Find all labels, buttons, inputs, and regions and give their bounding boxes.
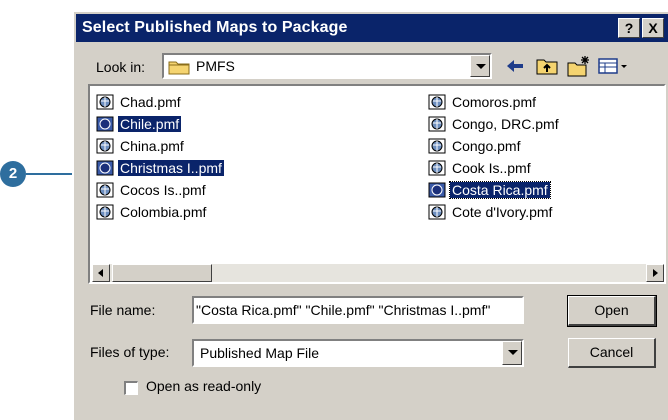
- file-item[interactable]: Cocos Is..pmf: [94, 180, 208, 200]
- scroll-left-arrow-icon: [98, 269, 103, 277]
- files-of-type-label: Files of type:: [90, 344, 170, 360]
- close-button[interactable]: X: [642, 18, 664, 38]
- horizontal-scrollbar[interactable]: [92, 264, 664, 282]
- help-button[interactable]: ?: [618, 18, 640, 38]
- back-arrow-icon[interactable]: [502, 54, 528, 78]
- title-bar: Select Published Maps to Package ? X: [76, 14, 668, 42]
- folder-icon: [168, 61, 190, 75]
- published-map-file-icon: [96, 182, 114, 198]
- published-map-file-icon: [96, 138, 114, 154]
- published-map-file-icon: [428, 160, 446, 176]
- read-only-checkbox[interactable]: [124, 381, 138, 395]
- files-of-type-select[interactable]: Published Map File: [192, 339, 524, 367]
- select-maps-dialog: Select Published Maps to Package ? X Loo…: [72, 10, 668, 420]
- published-map-file-icon: [96, 116, 114, 132]
- look-in-value: PMFS: [196, 58, 235, 74]
- published-map-file-icon: [428, 182, 446, 198]
- read-only-label[interactable]: Open as read-only: [146, 378, 261, 394]
- published-map-file-icon: [428, 204, 446, 220]
- file-item[interactable]: Congo.pmf: [426, 136, 522, 156]
- published-map-file-icon: [428, 94, 446, 110]
- published-map-file-icon: [96, 204, 114, 220]
- file-item[interactable]: Congo, DRC.pmf: [426, 114, 561, 134]
- file-item[interactable]: Cook Is..pmf: [426, 158, 533, 178]
- file-item[interactable]: Costa Rica.pmf: [426, 180, 551, 200]
- files-of-type-dropdown-button[interactable]: [502, 341, 522, 365]
- open-button[interactable]: Open: [567, 295, 657, 327]
- published-map-file-icon: [428, 116, 446, 132]
- file-item[interactable]: Chile.pmf: [94, 114, 182, 134]
- scroll-right-arrow-icon: [653, 269, 658, 277]
- published-map-file-icon: [96, 94, 114, 110]
- file-item[interactable]: Colombia.pmf: [94, 202, 208, 222]
- look-in-label: Look in:: [96, 59, 146, 75]
- file-name-input[interactable]: "Costa Rica.pmf" "Chile.pmf" "Christmas …: [192, 296, 524, 324]
- file-list[interactable]: Chad.pmf Chile.pmf China.pmf Christmas I…: [88, 84, 666, 284]
- file-name-label: File name:: [90, 302, 156, 318]
- file-item[interactable]: Chad.pmf: [94, 92, 183, 112]
- dialog-title: Select Published Maps to Package: [82, 19, 348, 36]
- view-menu-icon[interactable]: [596, 54, 630, 78]
- file-item[interactable]: Christmas I..pmf: [94, 158, 224, 178]
- new-folder-icon[interactable]: [566, 54, 592, 78]
- file-item[interactable]: Cote d'Ivory.pmf: [426, 202, 554, 222]
- look-in-combo[interactable]: PMFS: [162, 53, 492, 79]
- file-item[interactable]: China.pmf: [94, 136, 186, 156]
- scroll-left-button[interactable]: [92, 264, 110, 282]
- file-item[interactable]: Comoros.pmf: [426, 92, 538, 112]
- scroll-right-button[interactable]: [646, 264, 664, 282]
- scrollbar-thumb[interactable]: [112, 264, 212, 282]
- cancel-button[interactable]: Cancel: [568, 338, 656, 368]
- look-in-dropdown-button[interactable]: [470, 55, 490, 77]
- step-callout-badge: 2: [0, 161, 26, 187]
- up-folder-icon[interactable]: [534, 54, 560, 78]
- published-map-file-icon: [428, 138, 446, 154]
- published-map-file-icon: [96, 160, 114, 176]
